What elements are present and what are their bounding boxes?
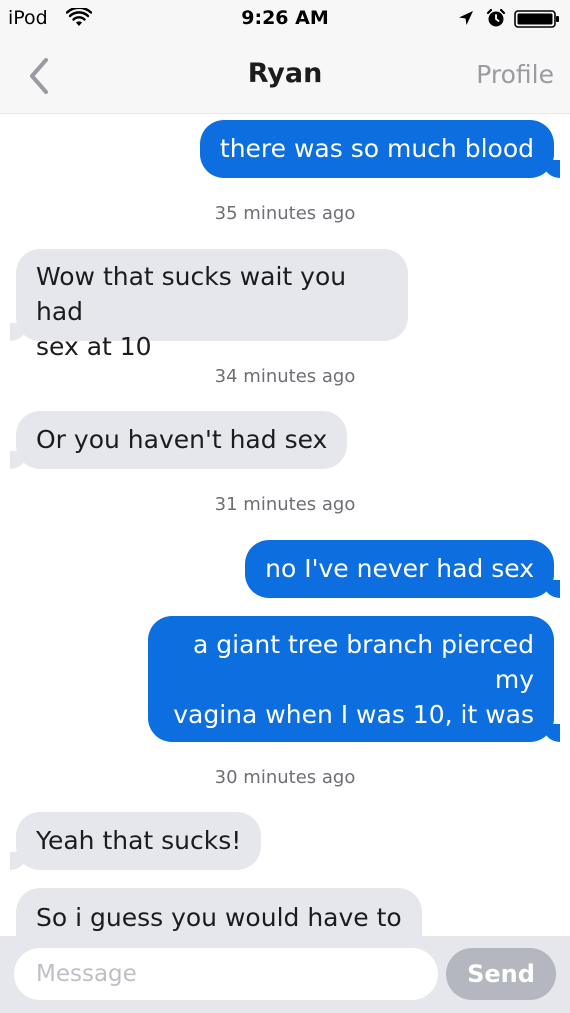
alarm-icon — [486, 8, 506, 27]
message-list[interactable]: there was so much blood 35 minutes ago W… — [0, 114, 570, 936]
message-text: Yeah that sucks! — [36, 826, 242, 855]
profile-link[interactable]: Profile — [476, 60, 554, 89]
message-text: Or you haven't had sex — [36, 425, 328, 454]
message-line: Wow that sucks wait you had — [36, 262, 347, 326]
send-button[interactable]: Send — [446, 948, 556, 1000]
nav-bar: Ryan Profile — [0, 38, 570, 114]
message-text: there was so much blood — [219, 134, 534, 163]
timestamp: 31 minutes ago — [214, 494, 356, 515]
location-icon — [459, 11, 473, 25]
incoming-message: Yeah that sucks! — [9, 812, 262, 870]
status-bar: iPod 9:26 AM — [0, 0, 570, 38]
message-line: sex at 10 — [36, 332, 152, 361]
message-text: So i guess you would have to — [36, 903, 402, 932]
status-time: 9:26 AM — [241, 7, 329, 29]
outgoing-message: a giant tree branch pierced my vagina wh… — [148, 616, 560, 799]
incoming-message: Or you haven't had sex — [9, 411, 348, 469]
timestamp: 35 minutes ago — [214, 203, 356, 224]
message-composer: Send — [0, 936, 570, 1013]
incoming-message: Wow that sucks wait you had sex at 10 — [10, 249, 408, 361]
message-input[interactable] — [14, 948, 438, 1000]
outgoing-message: there was so much blood — [199, 120, 561, 178]
message-line: vagina when I was 10, it was a — [173, 700, 534, 764]
timestamp: 30 minutes ago — [214, 767, 356, 788]
message-text: no I've never had sex — [265, 554, 534, 583]
message-line: a giant tree branch pierced my — [192, 630, 534, 694]
timestamp: 34 minutes ago — [214, 366, 356, 387]
outgoing-message: no I've never had sex — [245, 540, 560, 598]
battery-icon — [514, 10, 559, 28]
incoming-message: So i guess you would have to — [16, 888, 422, 936]
